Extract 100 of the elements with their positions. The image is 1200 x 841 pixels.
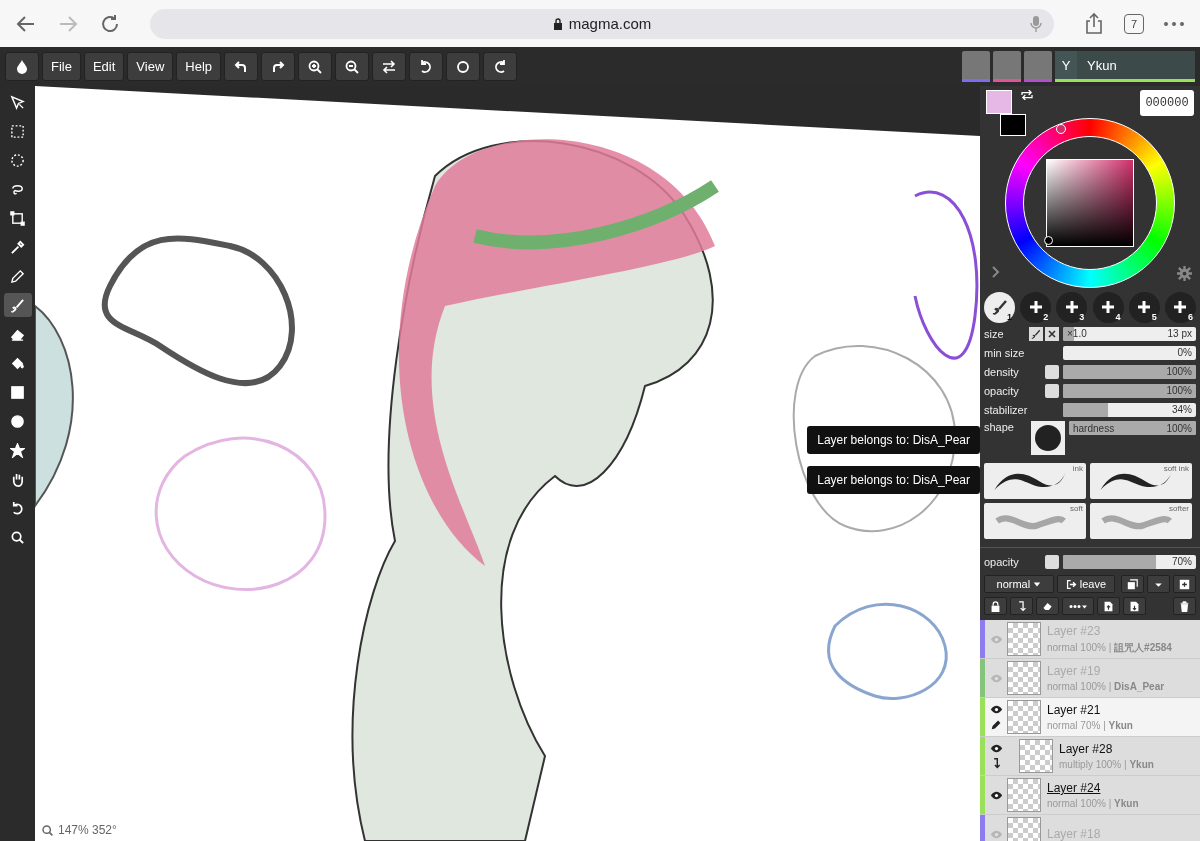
shape-icon[interactable] — [10, 442, 25, 458]
brush-slot-button[interactable]: 5 — [1128, 291, 1160, 323]
flip-icon[interactable] — [381, 58, 398, 75]
more-options-button[interactable] — [1062, 597, 1094, 615]
layer-row[interactable]: Layer #21 normal 70% | Ykun — [980, 698, 1200, 737]
lock-button[interactable] — [984, 597, 1007, 615]
menu-button[interactable]: Help — [176, 52, 222, 81]
layer-opacity-slider[interactable]: 70% — [1063, 554, 1196, 569]
file-down-icon[interactable] — [1129, 600, 1140, 612]
menu-button[interactable]: View — [127, 52, 174, 81]
undo-icon[interactable] — [10, 500, 25, 516]
eyedropper-icon[interactable] — [10, 239, 25, 255]
setting-slider[interactable]: 100% — [1063, 383, 1196, 398]
ellipse-select-icon[interactable] — [10, 152, 25, 168]
saturation-square[interactable] — [1046, 159, 1134, 247]
settings-icon[interactable] — [1177, 266, 1192, 281]
brush-slot-button[interactable]: 2 — [1020, 291, 1052, 323]
clear-layer-button[interactable] — [1036, 597, 1059, 615]
hand-icon[interactable] — [10, 471, 25, 487]
setting-slider[interactable]: 34% — [1063, 402, 1196, 417]
setting-slider[interactable]: ×1.0 13 px — [1063, 326, 1196, 341]
chevron-right-icon[interactable] — [992, 266, 1000, 278]
zoom-out-button[interactable] — [335, 52, 370, 81]
redo-button[interactable] — [261, 52, 296, 81]
plus-icon[interactable] — [1100, 299, 1117, 315]
rect-icon[interactable] — [10, 384, 25, 400]
leave-button[interactable]: leave — [1056, 575, 1115, 593]
dropdown-button[interactable] — [1147, 575, 1170, 593]
plus-icon[interactable] — [1027, 299, 1044, 315]
brush-slot-button[interactable]: 6 — [1164, 291, 1196, 323]
export-button[interactable] — [1123, 597, 1146, 615]
transform-icon[interactable] — [10, 210, 25, 226]
brush-icon[interactable] — [991, 299, 1008, 315]
add-icon[interactable] — [1179, 578, 1190, 590]
zoom-out-icon[interactable] — [344, 58, 361, 75]
menu-button[interactable]: File — [42, 52, 81, 81]
brush-slot-button[interactable]: 4 — [1092, 291, 1124, 323]
ellipse-icon[interactable] — [10, 413, 25, 429]
zoom-icon[interactable] — [10, 529, 25, 545]
saturation-marker[interactable] — [1044, 236, 1053, 245]
blend-mode-dropdown[interactable]: normal — [984, 575, 1054, 593]
secondary-color-swatch[interactable] — [1000, 114, 1026, 136]
setting-slider[interactable]: 100% — [1063, 364, 1196, 379]
reset-rotation-button[interactable] — [446, 52, 481, 81]
caret-icon[interactable] — [1033, 580, 1042, 588]
merge-down-button[interactable] — [1010, 597, 1033, 615]
lock-icon[interactable] — [990, 600, 1001, 612]
eye-icon[interactable] — [989, 790, 1003, 800]
setting-slider[interactable]: 0% — [1063, 345, 1196, 360]
add-layer-button[interactable] — [1173, 575, 1196, 593]
hue-marker[interactable] — [1056, 124, 1066, 134]
drop-logo-icon[interactable] — [14, 58, 30, 75]
eye-icon[interactable] — [989, 743, 1003, 753]
layer-row[interactable]: Layer #24 normal 100% | Ykun — [980, 776, 1200, 815]
import-button[interactable] — [1097, 597, 1120, 615]
down-arrow-icon[interactable] — [1016, 600, 1027, 612]
trash-icon[interactable] — [1179, 600, 1190, 612]
menu-button[interactable]: Edit — [83, 52, 125, 81]
reset-rotation-icon[interactable] — [455, 58, 472, 75]
zoom-in-icon[interactable] — [307, 58, 324, 75]
hardness-slider[interactable]: hardness 100% — [1069, 421, 1196, 435]
fill-icon[interactable] — [10, 355, 25, 371]
brush-preset[interactable]: ink — [984, 463, 1086, 499]
brush-preset[interactable]: soft — [984, 503, 1086, 539]
move-icon[interactable] — [10, 94, 25, 110]
layer-row[interactable]: Layer #28 multiply 100% | Ykun — [980, 737, 1200, 776]
undo-button[interactable] — [224, 52, 259, 81]
brush-shape-preview[interactable] — [1031, 421, 1065, 455]
rotate-left-button[interactable] — [409, 52, 444, 81]
plus-icon[interactable] — [1063, 299, 1080, 315]
pressure-checkbox[interactable] — [1045, 364, 1059, 379]
address-field[interactable]: magma.com — [150, 8, 1054, 39]
logo-button[interactable] — [5, 52, 39, 81]
pressure-checkbox[interactable] — [1045, 383, 1059, 398]
primary-color-swatch[interactable] — [986, 90, 1012, 114]
brush-tool[interactable] — [3, 293, 32, 317]
pencil-icon[interactable] — [10, 268, 25, 284]
plus-icon[interactable] — [1136, 299, 1153, 315]
exit-icon[interactable] — [1065, 578, 1077, 590]
brush-slot-button[interactable]: 3 — [1056, 291, 1088, 323]
copy-icon[interactable] — [1127, 578, 1138, 590]
delete-button[interactable] — [1173, 597, 1196, 615]
redo-icon[interactable] — [270, 58, 287, 75]
flip-button[interactable] — [372, 52, 407, 81]
brush-preset[interactable]: soft ink — [1090, 463, 1192, 499]
rect-select-icon[interactable] — [10, 123, 25, 139]
swap-icon[interactable] — [1020, 90, 1034, 100]
brush-slot-button[interactable]: 1 — [984, 291, 1015, 323]
tab-count-button[interactable]: 7 — [1124, 13, 1144, 34]
rotate-right-button[interactable] — [483, 52, 518, 81]
brush-preset[interactable]: softer — [1090, 503, 1192, 539]
eye-icon[interactable] — [989, 704, 1003, 714]
eraser-icon[interactable] — [1042, 600, 1053, 612]
plus-icon[interactable] — [1172, 299, 1189, 315]
file-up-icon[interactable] — [1103, 600, 1114, 612]
hex-color-field[interactable]: 000000 — [1140, 90, 1194, 116]
duplicate-layer-button[interactable] — [1121, 575, 1144, 593]
zoom-in-button[interactable] — [298, 52, 333, 81]
opacity-checkbox[interactable] — [1045, 554, 1059, 569]
current-user[interactable]: Y Ykun — [1055, 51, 1195, 82]
